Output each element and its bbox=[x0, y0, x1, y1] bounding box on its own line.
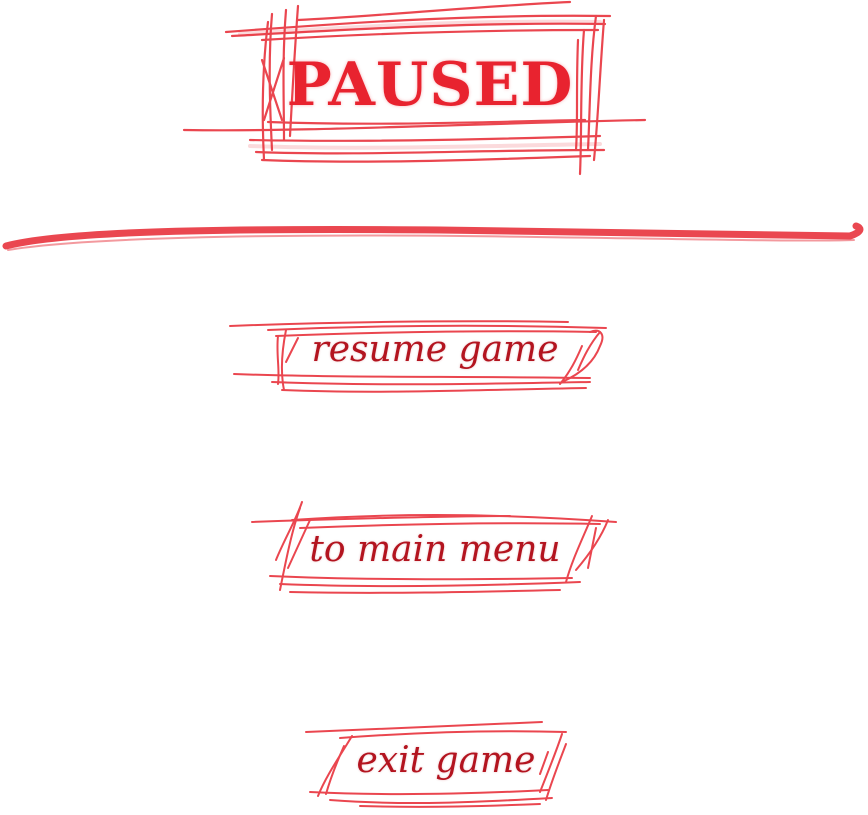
main-menu-button[interactable]: to main menu bbox=[290, 522, 580, 577]
paused-title: PAUSED bbox=[286, 50, 574, 120]
resume-game-button[interactable]: resume game bbox=[285, 322, 585, 377]
pause-screen: PAUSED resume game to main menu exit gam… bbox=[0, 0, 868, 815]
exit-game-button[interactable]: exit game bbox=[340, 733, 552, 788]
